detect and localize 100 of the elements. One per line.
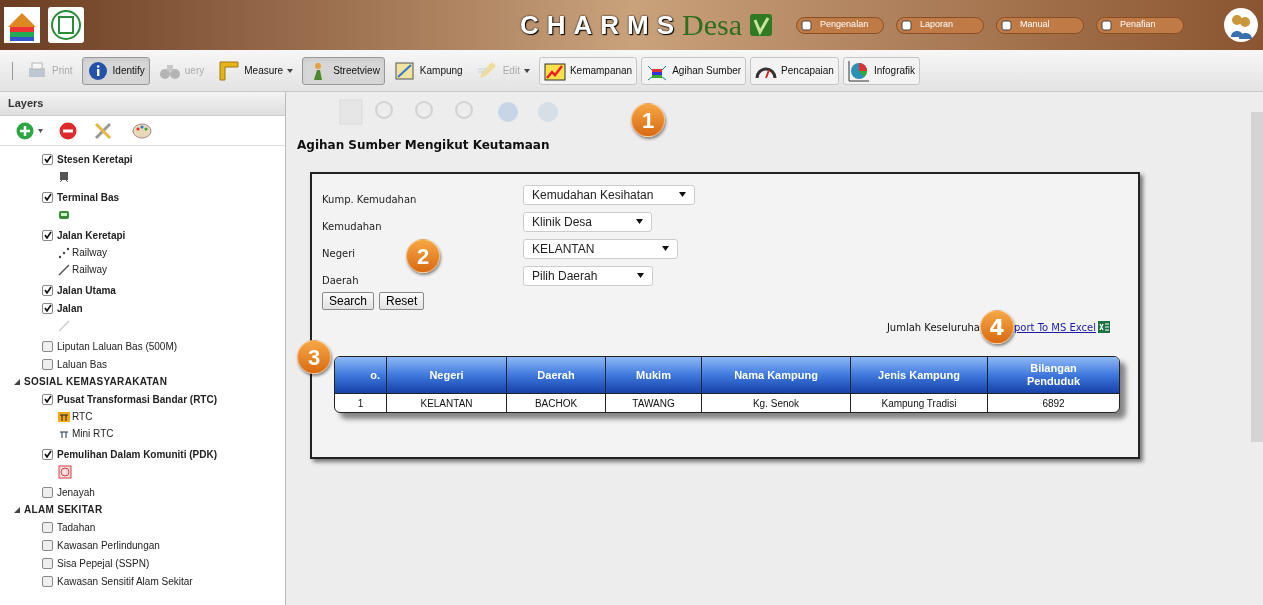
layer-item[interactable]: Kawasan Sensitif Alam Sekitar xyxy=(0,572,285,590)
checkbox[interactable] xyxy=(42,284,53,296)
layer-label: Kawasan Sensitif Alam Sekitar xyxy=(57,574,193,589)
layer-label: Laluan Bas xyxy=(57,357,108,372)
group-item[interactable]: SOSIAL KEMASYARAKATAN xyxy=(0,373,285,390)
table-cell: TAWANG xyxy=(606,393,702,412)
callout-badge: 1 xyxy=(631,103,665,137)
layer-item[interactable]: Jalan xyxy=(0,299,285,317)
check-icon xyxy=(43,450,52,458)
layer-label: Sisa Pepejal (SSPN) xyxy=(57,556,150,571)
dropdown-field[interactable]: Kemudahan Kesihatan xyxy=(523,184,695,205)
layer-item[interactable]: Jalan Utama xyxy=(0,281,285,299)
layer-label: Terminal Bas xyxy=(57,190,120,205)
legend-symbol-icon xyxy=(58,246,70,259)
checkbox[interactable] xyxy=(42,229,53,241)
check-icon xyxy=(43,286,52,294)
caret-icon xyxy=(523,68,530,73)
toolbar-button[interactable]: Infografik xyxy=(842,56,921,85)
toolbar-button[interactable]: Pencapaian xyxy=(750,56,839,85)
column-header[interactable]: Nama Kampung xyxy=(702,357,851,393)
scrollbar[interactable] xyxy=(1251,112,1263,442)
layer-label: Pusat Transformasi Bandar (RTC) xyxy=(57,392,218,407)
form-button[interactable]: Search xyxy=(322,292,375,310)
layer-item[interactable]: Jalan Keretapi xyxy=(0,226,285,244)
group-item[interactable]: ALAM SEKITAR xyxy=(0,501,285,518)
check-icon xyxy=(43,395,52,403)
layer-label: Liputan Laluan Bas (500M) xyxy=(57,339,178,354)
checkbox[interactable] xyxy=(42,358,53,370)
column-header[interactable]: o. xyxy=(335,357,387,393)
check-icon xyxy=(43,193,52,201)
info-icon xyxy=(86,59,109,82)
layer-label: Jalan xyxy=(57,301,83,316)
layer-item[interactable]: Terminal Bas xyxy=(0,188,285,206)
checkbox[interactable] xyxy=(42,153,53,165)
layer-item[interactable]: Laluan Bas xyxy=(0,355,285,373)
layer-item[interactable]: Pemulihan Dalam Komuniti (PDK) xyxy=(0,445,285,463)
checkbox[interactable] xyxy=(42,521,53,533)
ruler-icon xyxy=(218,59,241,82)
layer-label: Jalan Utama xyxy=(57,283,116,298)
export-link[interactable]: port To MS Excel xyxy=(1013,319,1096,335)
layer-item[interactable]: Jenayah xyxy=(0,483,285,501)
table-cell: 6892 xyxy=(988,393,1119,412)
column-header[interactable]: Bilangan Penduduk xyxy=(988,357,1119,393)
table-cell: Kg. Senok xyxy=(702,393,851,412)
checkbox[interactable] xyxy=(42,557,53,569)
legend-symbol-icon xyxy=(58,464,72,479)
check-icon xyxy=(43,304,52,312)
caret-icon xyxy=(636,219,643,224)
expand-caret-icon[interactable] xyxy=(14,378,20,385)
table-cell: 1 xyxy=(335,393,387,412)
layer-item[interactable]: Stesen Keretapi xyxy=(0,150,285,168)
toolbar-button[interactable]: Measure xyxy=(213,56,299,85)
form-button[interactable]: Reset xyxy=(379,292,425,310)
remove-icon[interactable] xyxy=(59,121,77,140)
legend-symbol-icon xyxy=(58,410,70,423)
layer-item[interactable]: Liputan Laluan Bas (500M) xyxy=(0,337,285,355)
column-header[interactable]: Mukim xyxy=(606,357,702,393)
checkbox[interactable] xyxy=(42,191,53,203)
checkbox[interactable] xyxy=(42,302,53,314)
checkbox[interactable] xyxy=(42,340,53,352)
add-icon[interactable] xyxy=(16,121,34,140)
checkbox[interactable] xyxy=(42,575,53,587)
caret-icon xyxy=(637,273,644,278)
legend-symbol-icon xyxy=(58,170,70,183)
expand-caret-icon[interactable] xyxy=(14,506,20,513)
palette-icon[interactable] xyxy=(131,120,153,141)
toolbar-button[interactable]: Streetview xyxy=(302,56,385,85)
layer-item[interactable]: Sisa Pepejal (SSPN) xyxy=(0,554,285,572)
legend-symbol-icon xyxy=(58,319,70,332)
checkbox[interactable] xyxy=(42,393,53,405)
column-header[interactable]: Daerah xyxy=(507,357,606,393)
layer-label: Jenayah xyxy=(57,485,95,500)
brand-name: Desa xyxy=(682,10,743,40)
column-header[interactable]: Negeri xyxy=(387,357,507,393)
layer-label: Jalan Keretapi xyxy=(57,228,126,243)
checkbox[interactable] xyxy=(42,448,53,460)
layer-item[interactable]: Kawasan Perlindungan xyxy=(0,536,285,554)
dropdown-field[interactable]: Pilih Daerah xyxy=(523,265,653,286)
user-avatar-icon[interactable] xyxy=(1223,7,1259,43)
toolbar-button[interactable]: Agihan Sumber xyxy=(641,56,747,85)
dropdown-field[interactable]: Klinik Desa xyxy=(523,211,652,232)
layer-item[interactable]: Tadahan xyxy=(0,518,285,536)
check-icon xyxy=(43,231,52,239)
field-label: Negeri xyxy=(322,247,356,259)
dropdown-field[interactable]: KELANTAN xyxy=(523,238,678,259)
caret-icon[interactable] xyxy=(38,128,43,133)
legend-label: Railway xyxy=(72,246,107,260)
column-header[interactable]: Jenis Kampung xyxy=(851,357,988,393)
toolbar-button[interactable]: Identify xyxy=(81,56,150,85)
checkbox[interactable] xyxy=(42,486,53,498)
map-icon xyxy=(393,59,416,82)
spreadsheet-icon xyxy=(1098,321,1110,333)
caret-icon xyxy=(679,192,686,197)
toolbar-button[interactable]: Kampung xyxy=(388,56,468,85)
layer-item[interactable]: Pusat Transformasi Bandar (RTC) xyxy=(0,390,285,408)
emblem-icon xyxy=(48,7,84,43)
checkbox[interactable] xyxy=(42,539,53,551)
legend-label: RTC xyxy=(72,410,93,424)
banner-title: CHARMS xyxy=(520,8,683,42)
toolbar-button[interactable]: Kemampanan xyxy=(538,56,638,85)
